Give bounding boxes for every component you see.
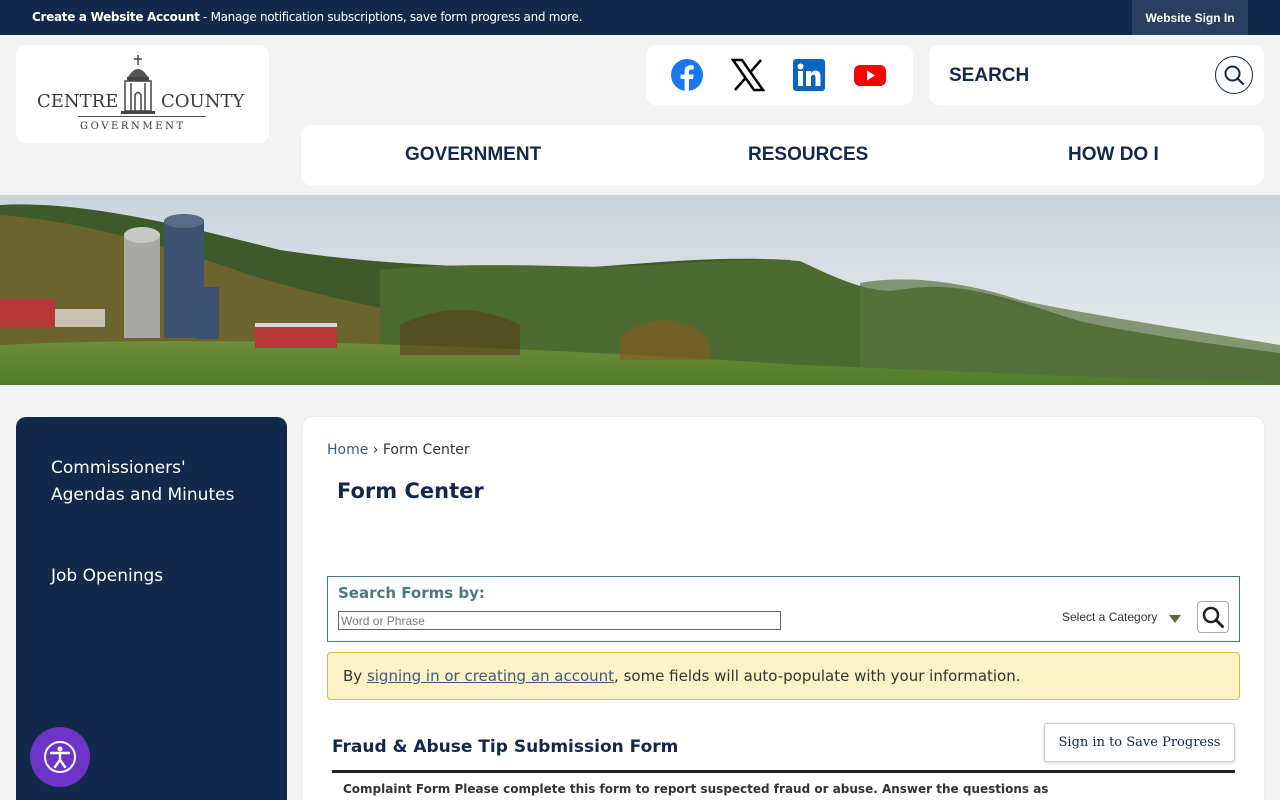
form-search-panel: Search Forms by: Select a Category (327, 576, 1240, 642)
form-divider (332, 770, 1235, 773)
form-search-button[interactable] (1197, 601, 1229, 633)
form-description: Complaint Form Please complete this form… (343, 782, 1049, 796)
form-search-label: Search Forms by: (338, 584, 485, 602)
main-navigation: GOVERNMENT RESOURCES HOW DO I (301, 125, 1264, 185)
create-account-link[interactable]: Create a Website Account (32, 10, 200, 24)
notice-prefix: By (343, 667, 367, 685)
top-bar: Create a Website Account - Manage notifi… (0, 0, 1280, 35)
main-content: Home › Form Center Form Center Search Fo… (303, 417, 1264, 800)
nav-item-government[interactable]: GOVERNMENT (405, 144, 541, 166)
save-progress-button[interactable]: Sign in to Save Progress (1044, 723, 1235, 762)
courthouse-dome-icon (121, 55, 155, 114)
linkedin-icon[interactable] (792, 58, 826, 92)
farm-landscape-image (0, 195, 1280, 385)
website-signin-button[interactable]: Website Sign In (1132, 0, 1248, 35)
social-links (646, 45, 913, 105)
site-search[interactable]: SEARCH (929, 45, 1264, 105)
search-label: SEARCH (949, 65, 1030, 86)
search-button[interactable] (1215, 56, 1253, 94)
breadcrumb-home-link[interactable]: Home (327, 442, 368, 458)
accessibility-button[interactable] (30, 727, 90, 787)
account-message: Create a Website Account - Manage notifi… (32, 10, 582, 24)
breadcrumb-separator: › (368, 442, 383, 458)
breadcrumb: Home › Form Center (327, 442, 470, 458)
site-logo[interactable]: CENTRE COUNTY GOVERNMENT (16, 45, 269, 143)
youtube-icon[interactable] (853, 58, 887, 92)
logo-divider (78, 116, 206, 117)
breadcrumb-current: Form Center (382, 442, 470, 458)
chevron-down-icon[interactable] (1169, 615, 1181, 623)
signin-link[interactable]: signing in or creating an account (367, 667, 614, 685)
facebook-icon[interactable] (670, 58, 704, 92)
form-title: Fraud & Abuse Tip Submission Form (332, 737, 679, 757)
signin-notice: By signing in or creating an account, so… (327, 652, 1240, 700)
account-message-text: - Manage notification subscriptions, sav… (199, 10, 583, 24)
logo-text-centre: CENTRE (37, 91, 119, 112)
sidebar-item-commissioners-agendas[interactable]: Commissioners' Agendas and Minutes (51, 455, 251, 509)
notice-suffix: , some fields will auto-populate with yo… (614, 667, 1021, 685)
search-icon (1224, 65, 1245, 86)
hero-banner (0, 195, 1280, 385)
logo-text-county: COUNTY (161, 91, 245, 112)
nav-item-resources[interactable]: RESOURCES (748, 144, 868, 166)
sidebar-item-job-openings[interactable]: Job Openings (51, 563, 251, 590)
form-search-input[interactable] (338, 611, 781, 630)
search-icon (1202, 606, 1224, 628)
accessibility-icon (44, 741, 76, 773)
page-title: Form Center (337, 479, 484, 503)
x-icon[interactable] (731, 58, 765, 92)
nav-item-how-do-i[interactable]: HOW DO I (1068, 144, 1159, 166)
logo-text-government: GOVERNMENT (80, 121, 186, 132)
category-select[interactable]: Select a Category (1062, 610, 1157, 624)
